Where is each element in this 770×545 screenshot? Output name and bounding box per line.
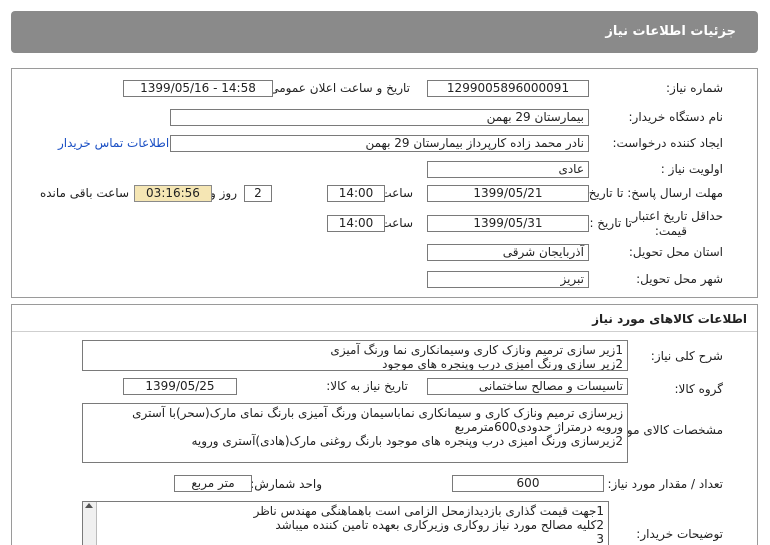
buyer-notes-line: 1جهت قیمت گذاری بازدیدازمحل الزامی است ب… — [253, 504, 604, 518]
goods-specs-field: زیرسازی ترمیم ونازک کاری و سیمانکاری نما… — [82, 403, 628, 463]
send-deadline-time-field: 14:00 — [327, 185, 385, 202]
unit-label: واحد شمارش: — [250, 477, 322, 491]
quantity-field: 600 — [452, 475, 604, 492]
goods-group-field: تاسیسات و مصالح ساختمانی — [427, 378, 628, 395]
buyer-notes-label: توضیحات خریدار: — [636, 527, 723, 541]
delivery-province-label: استان محل تحویل: — [628, 245, 723, 259]
general-description-line: 2زیر سازی ورنگ امیزی درب وپنجره های موجو… — [382, 357, 623, 371]
delivery-city-field: تبریز — [427, 271, 589, 288]
delivery-city-label: شهر محل تحویل: — [636, 272, 723, 286]
unit-field: متر مربع — [174, 475, 252, 492]
send-time-label: ساعت — [380, 186, 413, 200]
section-divider — [12, 331, 757, 332]
need-info-panel: شماره نیاز: 1299005896000091 تاریخ و ساع… — [11, 68, 758, 298]
days-and-label: روز و — [210, 186, 237, 200]
buyer-contact-link[interactable]: اطلاعات تماس خریدار — [58, 136, 169, 150]
scroll-up-arrow-icon[interactable] — [85, 503, 93, 508]
announce-datetime-label: تاریخ و ساعت اعلان عمومی: — [265, 81, 410, 95]
quantity-label: تعداد / مقدار مورد نیاز: — [607, 477, 723, 491]
validity-time-field: 14:00 — [327, 215, 385, 232]
min-validity-label-line1: حداقل تاریخ اعتبار — [632, 209, 723, 223]
goods-section-title: اطلاعات کالاهای مورد نیاز — [592, 312, 747, 326]
goods-specs-line: ورویه درمتراژ حدودی600مترمربع — [454, 420, 623, 434]
general-description-line: 1زیر سازی ترمیم ونازک کاری وسیمانکاری نم… — [330, 343, 623, 357]
goods-info-panel: اطلاعات کالاهای مورد نیاز شرح کلی نیاز: … — [11, 304, 758, 545]
general-description-field: 1زیر سازی ترمیم ونازک کاری وسیمانکاری نم… — [82, 340, 628, 371]
request-creator-field: نادر محمد زاده کارپرداز بیمارستان 29 بهم… — [170, 135, 589, 152]
request-creator-label: ایجاد کننده درخواست: — [612, 136, 723, 150]
validity-until-date-label: تا تاریخ : — [589, 216, 632, 230]
page-title: جزئیات اطلاعات نیاز — [605, 24, 736, 39]
buyer-notes-line: 3 — [596, 532, 604, 545]
need-number-field: 1299005896000091 — [427, 80, 589, 97]
need-date-label: تاریخ نیاز به کالا: — [326, 379, 408, 393]
need-number-label: شماره نیاز: — [666, 81, 723, 95]
remaining-time-field: 03:16:56 — [134, 185, 212, 202]
buyer-notes-scrollbar[interactable] — [83, 502, 97, 545]
goods-specs-line: زیرسازی ترمیم ونازک کاری و سیمانکاری نما… — [132, 406, 623, 420]
validity-date-field: 1399/05/31 — [427, 215, 589, 232]
page-header: جزئیات اطلاعات نیاز — [11, 11, 758, 53]
priority-label: اولویت نیاز : — [660, 162, 723, 176]
buyer-notes-field[interactable]: 1جهت قیمت گذاری بازدیدازمحل الزامی است ب… — [82, 501, 609, 545]
buyer-notes-line: 2کلیه مصالح مورد نیاز روکاری وزیرکاری بع… — [275, 518, 604, 532]
goods-group-label: گروه کالا: — [674, 382, 724, 396]
buyer-org-field: بیمارستان 29 بهمن — [170, 109, 589, 126]
announce-datetime-field: 1399/05/16 - 14:58 — [123, 80, 273, 97]
general-description-label: شرح کلی نیاز: — [650, 349, 723, 363]
send-deadline-label: مهلت ارسال پاسخ: تا تاریخ : — [580, 186, 723, 200]
remaining-time-label: ساعت باقی مانده — [39, 186, 129, 200]
priority-field: عادی — [427, 161, 589, 178]
min-validity-label-line2: قیمت: — [654, 224, 687, 238]
delivery-province-field: آذربایجان شرقی — [427, 244, 589, 261]
buyer-org-label: نام دستگاه خریدار: — [628, 110, 724, 124]
validity-time-label: ساعت — [380, 216, 413, 230]
goods-specs-line: 2زیرسازی ورنگ امیزی درب وپنجره های موجود… — [191, 434, 623, 448]
remaining-days-field: 2 — [244, 185, 272, 202]
send-deadline-date-field: 1399/05/21 — [427, 185, 589, 202]
need-date-field: 1399/05/25 — [123, 378, 237, 395]
